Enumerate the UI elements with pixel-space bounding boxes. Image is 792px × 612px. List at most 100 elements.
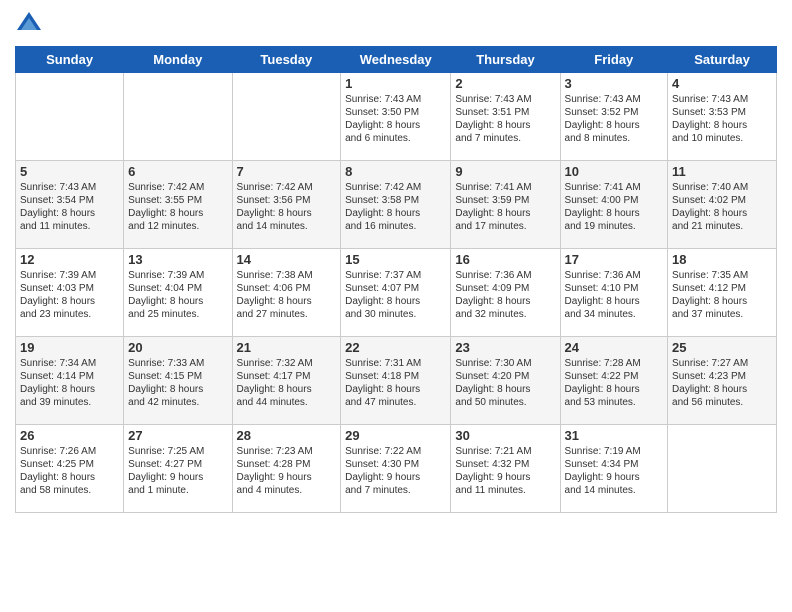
calendar-week-row: 5Sunrise: 7:43 AM Sunset: 3:54 PM Daylig…	[16, 161, 777, 249]
day-info: Sunrise: 7:37 AM Sunset: 4:07 PM Dayligh…	[345, 269, 446, 321]
day-number: 2	[455, 76, 555, 91]
day-number: 26	[20, 428, 119, 443]
day-info: Sunrise: 7:33 AM Sunset: 4:15 PM Dayligh…	[128, 357, 227, 409]
calendar-week-row: 26 Sunrise: 7:26 AM Sunset: 4:25 PM Dayli…	[16, 425, 777, 513]
day-info: Sunrise: 7:34 AM Sunset: 4:14 PM Dayligh…	[20, 357, 119, 409]
calendar-cell: 30 Sunrise: 7:21 AM Sunset: 4:32 PM Dayli…	[451, 425, 560, 513]
calendar-cell	[668, 425, 777, 513]
calendar-cell: 7Sunrise: 7:42 AM Sunset: 3:56 PM Daylig…	[232, 161, 341, 249]
calendar-cell	[16, 73, 124, 161]
day-info: Sunrise: 7:43 AM Sunset: 3:50 PM Dayligh…	[345, 93, 446, 145]
day-info: Sunrise: 7:38 AM Sunset: 4:06 PM Dayligh…	[237, 269, 337, 321]
day-number: 31	[565, 428, 664, 443]
day-info: Sunrise: 7:43 AM Sunset: 3:51 PM Dayligh…	[455, 93, 555, 145]
day-number: 19	[20, 340, 119, 355]
calendar-week-row: 12 Sunrise: 7:39 AM Sunset: 4:03 PM Dayli…	[16, 249, 777, 337]
day-info: Sunrise: 7:39 AM Sunset: 4:03 PM Dayligh…	[20, 269, 119, 321]
calendar-cell: 18 Sunrise: 7:35 AM Sunset: 4:12 PM Dayli…	[668, 249, 777, 337]
day-number: 12	[20, 252, 119, 267]
day-number: 15	[345, 252, 446, 267]
day-number: 21	[237, 340, 337, 355]
day-info: Sunrise: 7:25 AM Sunset: 4:27 PM Dayligh…	[128, 445, 227, 497]
day-info: Sunrise: 7:42 AM Sunset: 3:55 PM Dayligh…	[128, 181, 227, 233]
calendar-cell: 21Sunrise: 7:32 AM Sunset: 4:17 PM Dayli…	[232, 337, 341, 425]
calendar-cell: 29Sunrise: 7:22 AM Sunset: 4:30 PM Dayli…	[341, 425, 451, 513]
day-number: 30	[455, 428, 555, 443]
calendar-cell: 19 Sunrise: 7:34 AM Sunset: 4:14 PM Dayli…	[16, 337, 124, 425]
calendar-cell: 3 Sunrise: 7:43 AM Sunset: 3:52 PM Daylig…	[560, 73, 668, 161]
day-number: 11	[672, 164, 772, 179]
day-info: Sunrise: 7:35 AM Sunset: 4:12 PM Dayligh…	[672, 269, 772, 321]
logo-icon	[15, 10, 43, 38]
day-number: 10	[565, 164, 664, 179]
day-info: Sunrise: 7:36 AM Sunset: 4:10 PM Dayligh…	[565, 269, 664, 321]
day-number: 1	[345, 76, 446, 91]
day-info: Sunrise: 7:42 AM Sunset: 3:58 PM Dayligh…	[345, 181, 446, 233]
day-info: Sunrise: 7:28 AM Sunset: 4:22 PM Dayligh…	[565, 357, 664, 409]
page: SundayMondayTuesdayWednesdayThursdayFrid…	[0, 0, 792, 612]
day-info: Sunrise: 7:23 AM Sunset: 4:28 PM Dayligh…	[237, 445, 337, 497]
day-info: Sunrise: 7:40 AM Sunset: 4:02 PM Dayligh…	[672, 181, 772, 233]
day-number: 25	[672, 340, 772, 355]
calendar-table: SundayMondayTuesdayWednesdayThursdayFrid…	[15, 46, 777, 513]
calendar-cell: 16 Sunrise: 7:36 AM Sunset: 4:09 PM Dayli…	[451, 249, 560, 337]
calendar-header-row: SundayMondayTuesdayWednesdayThursdayFrid…	[16, 47, 777, 73]
calendar-cell: 8 Sunrise: 7:42 AM Sunset: 3:58 PM Daylig…	[341, 161, 451, 249]
calendar-cell: 26 Sunrise: 7:26 AM Sunset: 4:25 PM Dayli…	[16, 425, 124, 513]
logo	[15, 10, 47, 38]
day-number: 23	[455, 340, 555, 355]
calendar-cell: 24Sunrise: 7:28 AM Sunset: 4:22 PM Dayli…	[560, 337, 668, 425]
calendar-cell: 27 Sunrise: 7:25 AM Sunset: 4:27 PM Dayli…	[124, 425, 232, 513]
day-number: 27	[128, 428, 227, 443]
calendar-day-header: Monday	[124, 47, 232, 73]
calendar-day-header: Friday	[560, 47, 668, 73]
day-number: 14	[237, 252, 337, 267]
calendar-cell: 23 Sunrise: 7:30 AM Sunset: 4:20 PM Dayli…	[451, 337, 560, 425]
day-number: 3	[565, 76, 664, 91]
header	[15, 10, 777, 38]
calendar-cell: 20 Sunrise: 7:33 AM Sunset: 4:15 PM Dayli…	[124, 337, 232, 425]
day-info: Sunrise: 7:43 AM Sunset: 3:54 PM Dayligh…	[20, 181, 119, 233]
calendar-cell: 10 Sunrise: 7:41 AM Sunset: 4:00 PM Dayli…	[560, 161, 668, 249]
day-number: 7	[237, 164, 337, 179]
calendar-cell: 12 Sunrise: 7:39 AM Sunset: 4:03 PM Dayli…	[16, 249, 124, 337]
calendar-day-header: Sunday	[16, 47, 124, 73]
calendar-cell: 31 Sunrise: 7:19 AM Sunset: 4:34 PM Dayli…	[560, 425, 668, 513]
calendar-week-row: 1 Sunrise: 7:43 AM Sunset: 3:50 PM Daylig…	[16, 73, 777, 161]
day-info: Sunrise: 7:26 AM Sunset: 4:25 PM Dayligh…	[20, 445, 119, 497]
day-info: Sunrise: 7:22 AM Sunset: 4:30 PM Dayligh…	[345, 445, 446, 497]
day-number: 18	[672, 252, 772, 267]
calendar-cell	[124, 73, 232, 161]
calendar-cell: 15 Sunrise: 7:37 AM Sunset: 4:07 PM Dayli…	[341, 249, 451, 337]
day-number: 16	[455, 252, 555, 267]
day-info: Sunrise: 7:36 AM Sunset: 4:09 PM Dayligh…	[455, 269, 555, 321]
calendar-day-header: Wednesday	[341, 47, 451, 73]
day-number: 20	[128, 340, 227, 355]
calendar-cell: 25 Sunrise: 7:27 AM Sunset: 4:23 PM Dayli…	[668, 337, 777, 425]
calendar-day-header: Tuesday	[232, 47, 341, 73]
calendar-day-header: Saturday	[668, 47, 777, 73]
day-number: 4	[672, 76, 772, 91]
day-number: 8	[345, 164, 446, 179]
day-info: Sunrise: 7:19 AM Sunset: 4:34 PM Dayligh…	[565, 445, 664, 497]
calendar-cell: 9Sunrise: 7:41 AM Sunset: 3:59 PM Daylig…	[451, 161, 560, 249]
day-info: Sunrise: 7:27 AM Sunset: 4:23 PM Dayligh…	[672, 357, 772, 409]
day-info: Sunrise: 7:41 AM Sunset: 4:00 PM Dayligh…	[565, 181, 664, 233]
calendar-cell: 11 Sunrise: 7:40 AM Sunset: 4:02 PM Dayli…	[668, 161, 777, 249]
calendar-cell: 28 Sunrise: 7:23 AM Sunset: 4:28 PM Dayli…	[232, 425, 341, 513]
calendar-cell	[232, 73, 341, 161]
day-info: Sunrise: 7:21 AM Sunset: 4:32 PM Dayligh…	[455, 445, 555, 497]
calendar-cell: 5Sunrise: 7:43 AM Sunset: 3:54 PM Daylig…	[16, 161, 124, 249]
day-info: Sunrise: 7:43 AM Sunset: 3:52 PM Dayligh…	[565, 93, 664, 145]
day-info: Sunrise: 7:43 AM Sunset: 3:53 PM Dayligh…	[672, 93, 772, 145]
day-number: 13	[128, 252, 227, 267]
calendar-cell: 4 Sunrise: 7:43 AM Sunset: 3:53 PM Daylig…	[668, 73, 777, 161]
calendar-cell: 6Sunrise: 7:42 AM Sunset: 3:55 PM Daylig…	[124, 161, 232, 249]
day-info: Sunrise: 7:30 AM Sunset: 4:20 PM Dayligh…	[455, 357, 555, 409]
day-number: 28	[237, 428, 337, 443]
calendar-cell: 22Sunrise: 7:31 AM Sunset: 4:18 PM Dayli…	[341, 337, 451, 425]
calendar-cell: 17Sunrise: 7:36 AM Sunset: 4:10 PM Dayli…	[560, 249, 668, 337]
calendar-cell: 13Sunrise: 7:39 AM Sunset: 4:04 PM Dayli…	[124, 249, 232, 337]
calendar-cell: 1 Sunrise: 7:43 AM Sunset: 3:50 PM Daylig…	[341, 73, 451, 161]
day-number: 22	[345, 340, 446, 355]
